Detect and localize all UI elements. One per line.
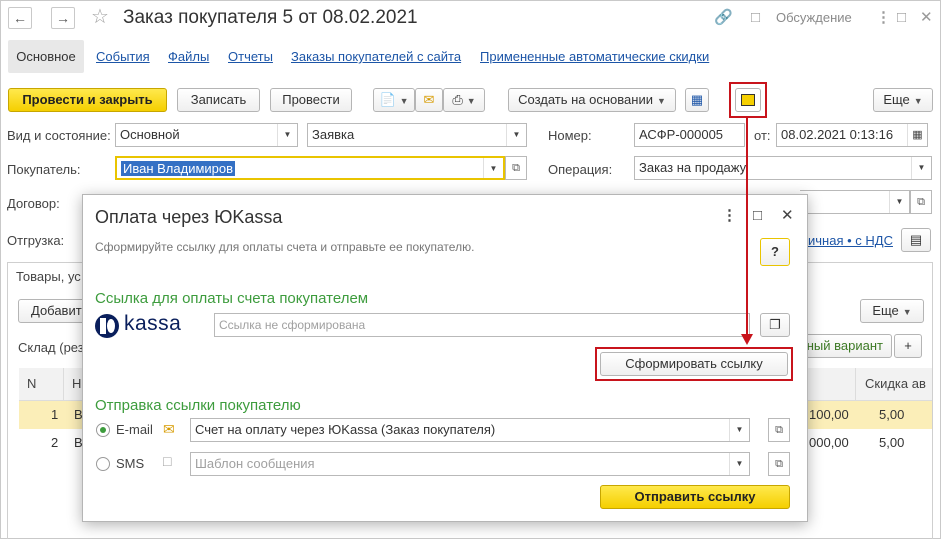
annotation-arrow [741,118,753,345]
arrow-head [741,334,753,345]
